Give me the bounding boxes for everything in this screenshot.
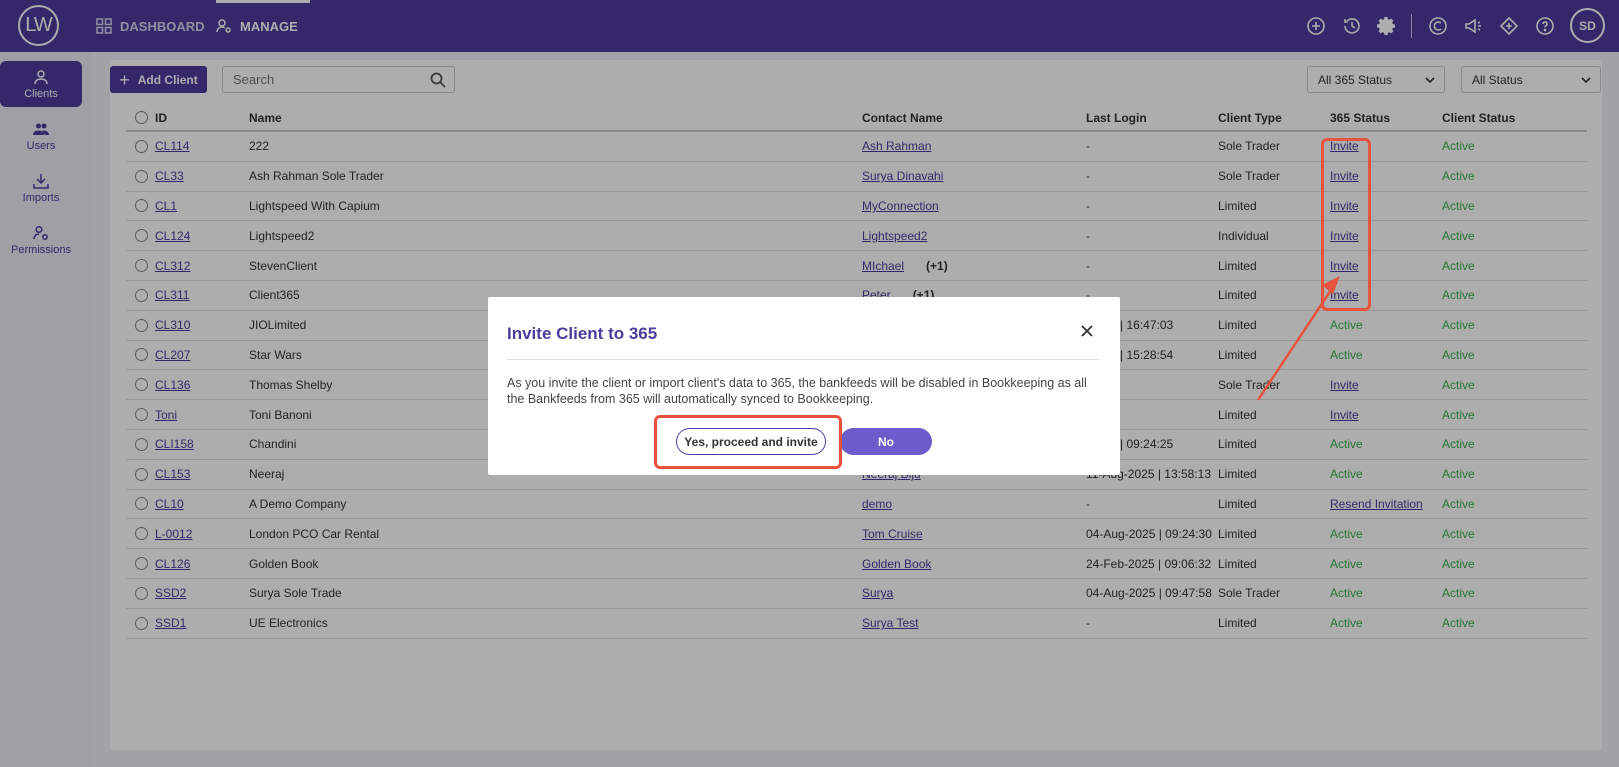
close-icon[interactable] (1079, 323, 1095, 339)
no-button[interactable]: No (840, 428, 932, 455)
annotation-highlight-yes-button (654, 415, 842, 469)
annotation-highlight-invite-column (1321, 138, 1371, 311)
dialog-divider (507, 359, 1099, 360)
dialog-title: Invite Client to 365 (507, 324, 658, 343)
dialog-message: As you invite the client or import clien… (507, 376, 1087, 406)
